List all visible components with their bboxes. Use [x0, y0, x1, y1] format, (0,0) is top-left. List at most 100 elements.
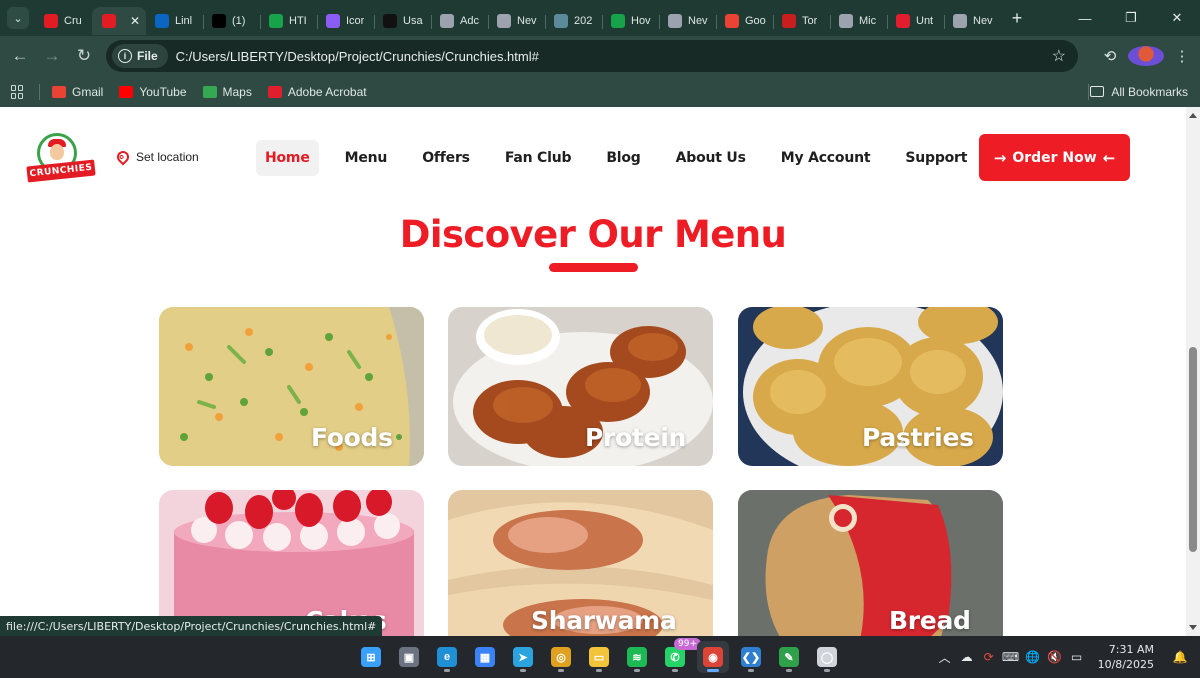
site-info-chip[interactable]: i File — [112, 44, 168, 68]
nav-link-my-account[interactable]: My Account — [772, 140, 880, 176]
forward-arrow-icon[interactable]: → — [36, 40, 68, 72]
cloud-sync-icon[interactable]: ☁ — [956, 650, 978, 664]
apps-grid-icon[interactable] — [11, 84, 25, 99]
taskbar-task-view-icon[interactable]: ▣ — [393, 641, 425, 673]
notifications-bell-icon[interactable]: 🔔 — [1170, 650, 1190, 664]
volume-muted-icon[interactable]: 🔇 — [1044, 650, 1066, 664]
browser-tab[interactable]: HTI — [260, 7, 317, 35]
browser-tab[interactable]: Adc — [431, 7, 488, 35]
tab-close-icon[interactable]: ✕ — [130, 14, 140, 28]
restore-icon[interactable]: ❐ — [1108, 0, 1154, 36]
bookmark-item[interactable]: Gmail — [52, 85, 103, 99]
nav-link-offers[interactable]: Offers — [413, 140, 479, 176]
page-scrollbar[interactable] — [1186, 107, 1200, 636]
taskbar-app-icon[interactable]: ◯ — [811, 641, 843, 673]
x-icon — [212, 14, 226, 28]
taskbar-chrome-icon[interactable]: ◉ — [697, 641, 729, 673]
nav-link-support[interactable]: Support — [896, 140, 976, 176]
menu-card-pastries[interactable]: Pastries — [738, 307, 1003, 466]
browser-tab[interactable]: Cru — [35, 7, 92, 35]
taskbar-chrome-canary-icon[interactable]: ◎ — [545, 641, 577, 673]
browser-tab[interactable]: (1) — [203, 7, 260, 35]
new-tab-plus-icon[interactable]: + — [1005, 6, 1029, 30]
tab-title: Tor — [802, 15, 818, 27]
scroll-up-arrow-icon[interactable] — [1189, 113, 1197, 118]
bookmark-star-icon[interactable]: ☆ — [1052, 46, 1066, 66]
browser-tab[interactable]: Nev — [659, 7, 716, 35]
keyboard-icon[interactable]: ⌨ — [1000, 650, 1022, 664]
browser-tab[interactable]: Mic — [830, 7, 887, 35]
pdf-icon — [896, 14, 910, 28]
folder-icon — [1090, 86, 1105, 97]
bookmark-item[interactable]: Adobe Acrobat — [267, 85, 367, 99]
set-location-button[interactable]: Set location — [114, 148, 199, 166]
clock-time: 7:31 AM — [1108, 643, 1154, 656]
all-bookmarks-button[interactable]: All Bookmarks — [1090, 85, 1188, 99]
browser-tab[interactable]: Goo — [716, 7, 773, 35]
taskbar-file-explorer-icon[interactable]: ▭ — [583, 641, 615, 673]
running-indicator — [748, 669, 754, 672]
running-indicator — [444, 669, 450, 672]
browser-tab[interactable]: Tor — [773, 7, 830, 35]
close-window-icon[interactable]: ✕ — [1154, 0, 1200, 36]
browser-tab[interactable]: ✕ — [92, 7, 146, 35]
history-icon[interactable]: ⟲ — [1092, 47, 1128, 65]
url-text[interactable]: C:/Users/LIBERTY/Desktop/Project/Crunchi… — [176, 49, 539, 64]
bookmark-item[interactable]: Maps — [202, 85, 252, 99]
address-bar[interactable]: i File C:/Users/LIBERTY/Desktop/Project/… — [106, 40, 1078, 72]
running-indicator — [634, 669, 640, 672]
taskbar-whatsapp-icon[interactable]: ✆ 99+ — [659, 638, 701, 673]
menu-card-foods[interactable]: Foods — [159, 307, 424, 466]
taskbar-telegram-icon[interactable]: ➤ — [507, 641, 539, 673]
minimize-icon[interactable]: — — [1062, 0, 1108, 36]
taskbar-notepad-icon[interactable]: ✎ — [773, 641, 805, 673]
browser-tab[interactable]: Hov — [602, 7, 659, 35]
store-icon: ▦ — [475, 647, 495, 667]
more-menu-icon[interactable]: ⋮ — [1164, 47, 1200, 65]
nav-link-blog[interactable]: Blog — [597, 140, 649, 176]
back-arrow-icon[interactable]: ← — [4, 40, 36, 72]
chrome-canary-icon: ◎ — [551, 647, 571, 667]
clock[interactable]: 7:31 AM 10/8/2025 — [1098, 642, 1154, 672]
network-globe-icon[interactable]: 🌐 — [1022, 650, 1044, 664]
taskbar-vscode-icon[interactable]: ❮❯ — [735, 641, 767, 673]
browser-tab[interactable]: Unt — [887, 7, 944, 35]
browser-tab[interactable]: Nev — [944, 7, 1001, 35]
info-icon: i — [118, 49, 132, 63]
menu-card-cakes[interactable]: Cakes — [159, 490, 424, 636]
bookmark-item[interactable]: YouTube — [119, 85, 187, 99]
crunchies-logo[interactable]: CRUNCHIES — [25, 133, 97, 189]
update-icon[interactable]: ⟳ — [978, 650, 1000, 664]
menu-card-sharwama[interactable]: Sharwama — [448, 490, 713, 636]
tab-title: Linl — [175, 15, 193, 27]
battery-icon[interactable]: ▭ — [1066, 650, 1088, 664]
bookmark-favicon-icon — [52, 85, 66, 98]
nav-link-home[interactable]: Home — [256, 140, 319, 176]
circle-icon — [383, 14, 397, 28]
scroll-down-arrow-icon[interactable] — [1189, 625, 1197, 630]
tab-title: Usa — [403, 15, 423, 27]
tab-title: Cru — [64, 15, 82, 27]
tray-overflow-chevron-icon[interactable]: ︿ — [934, 649, 956, 666]
menu-card-protein[interactable]: Protein — [448, 307, 713, 466]
reload-icon[interactable]: ↻ — [68, 40, 100, 72]
menu-card-bread[interactable]: Bread — [738, 490, 1003, 636]
taskbar-store-icon[interactable]: ▦ — [469, 641, 501, 673]
scroll-thumb[interactable] — [1189, 347, 1197, 552]
browser-tab[interactable]: 202 — [545, 7, 602, 35]
browser-tab[interactable]: Icor — [317, 7, 374, 35]
profile-avatar[interactable] — [1128, 46, 1164, 66]
tab-search-chevron-down-icon[interactable]: ⌄ — [7, 7, 29, 29]
nav-link-menu[interactable]: Menu — [336, 140, 397, 176]
browser-tab[interactable]: Linl — [146, 7, 203, 35]
chrome-icon — [497, 14, 511, 28]
order-now-button[interactable]: → Order Now ← — [979, 134, 1130, 181]
nav-link-fan-club[interactable]: Fan Club — [496, 140, 581, 176]
nav-link-about-us[interactable]: About Us — [667, 140, 755, 176]
taskbar-windows-start-icon[interactable]: ⊞ — [355, 641, 387, 673]
taskbar-edge-icon[interactable]: e — [431, 641, 463, 673]
browser-tab[interactable]: Nev — [488, 7, 545, 35]
taskbar-apps: ⊞ ▣ e ▦ ➤ ◎ ▭ ≋ ✆ 99+ ◉ ❮❯ ✎ ◯ — [355, 638, 843, 673]
browser-tab[interactable]: Usa — [374, 7, 431, 35]
taskbar-spotify-icon[interactable]: ≋ — [621, 641, 653, 673]
